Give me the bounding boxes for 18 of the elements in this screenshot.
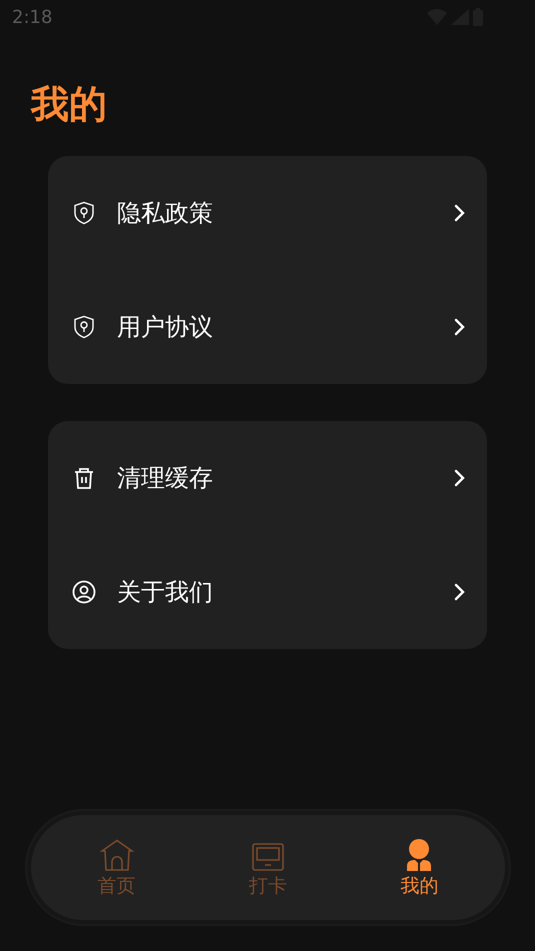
shield-icon xyxy=(73,201,95,225)
user-icon xyxy=(72,580,96,604)
house-icon xyxy=(100,838,134,870)
chevron-right-icon xyxy=(453,203,465,223)
menu-item[interactable]: 清理缓存 xyxy=(48,421,487,535)
chevron-right-icon xyxy=(453,582,465,602)
menu-item[interactable]: 用户协议 xyxy=(48,270,487,384)
chevron-right-icon xyxy=(453,317,465,337)
status-time: 2:18 xyxy=(12,6,52,30)
shield-icon xyxy=(73,315,95,339)
chevron-right-icon xyxy=(453,468,465,488)
nav-tab[interactable]: 我的 xyxy=(369,836,470,898)
person-icon xyxy=(406,838,432,870)
page-title: 我的 xyxy=(31,81,108,128)
monitor-icon xyxy=(252,842,284,870)
menu-item[interactable]: 隐私政策 xyxy=(48,156,487,270)
trash-icon xyxy=(73,466,95,490)
menu-item[interactable]: 关于我们 xyxy=(48,535,487,649)
